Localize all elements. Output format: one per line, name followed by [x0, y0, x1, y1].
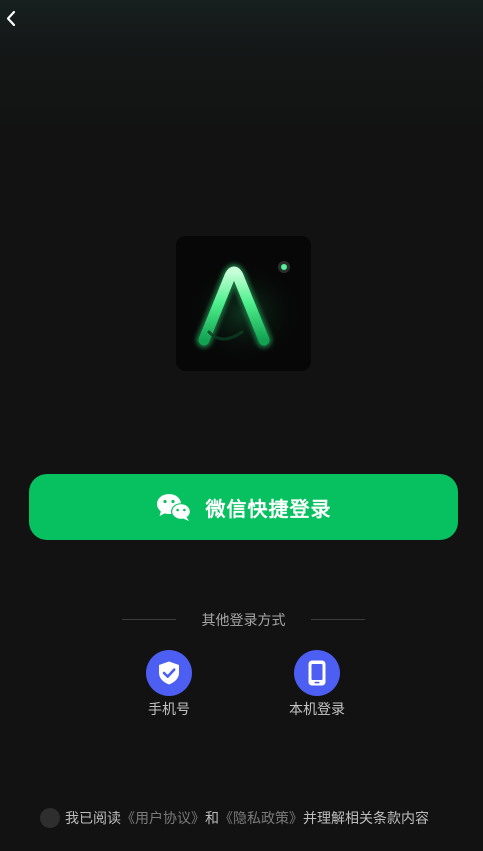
- wechat-login-button[interactable]: 微信快捷登录: [29, 474, 458, 540]
- divider-line-right: [311, 619, 365, 620]
- local-login-label: 本机登录: [289, 702, 345, 718]
- other-login-title: 其他登录方式: [201, 613, 286, 629]
- phone-login-icon-circle[interactable]: [146, 650, 192, 696]
- local-login-option[interactable]: 本机登录: [272, 650, 362, 719]
- chevron-left-icon: [6, 10, 16, 27]
- back-button[interactable]: [4, 9, 20, 29]
- local-login-icon-circle[interactable]: [294, 650, 340, 696]
- agreement-suffix: 并理解相关条款内容: [303, 811, 429, 827]
- app-logo: AI: [176, 236, 311, 371]
- phone-login-option[interactable]: 手机号: [124, 650, 214, 719]
- wechat-login-label: 微信快捷登录: [205, 496, 332, 521]
- agreement-checkbox[interactable]: [40, 808, 60, 828]
- wechat-icon: [156, 494, 191, 521]
- divider-line-left: [122, 619, 176, 620]
- phone-login-label: 手机号: [148, 702, 190, 718]
- privacy-policy-link[interactable]: 《隐私政策》: [219, 808, 303, 828]
- smartphone-icon: [308, 660, 326, 686]
- agreement-prefix: 我已阅读: [65, 811, 121, 827]
- agreement-conjunction: 和: [205, 811, 219, 827]
- agreement-row: 我已阅读 《用户协议》 和 《隐私政策》 并理解相关条款内容: [40, 806, 429, 830]
- other-login-divider: 其他登录方式: [0, 608, 483, 632]
- login-screen: AI 微信快捷登录 其他登录方式 手机号: [0, 0, 483, 851]
- shield-check-icon: [159, 661, 179, 685]
- user-agreement-link[interactable]: 《用户协议》: [121, 808, 205, 828]
